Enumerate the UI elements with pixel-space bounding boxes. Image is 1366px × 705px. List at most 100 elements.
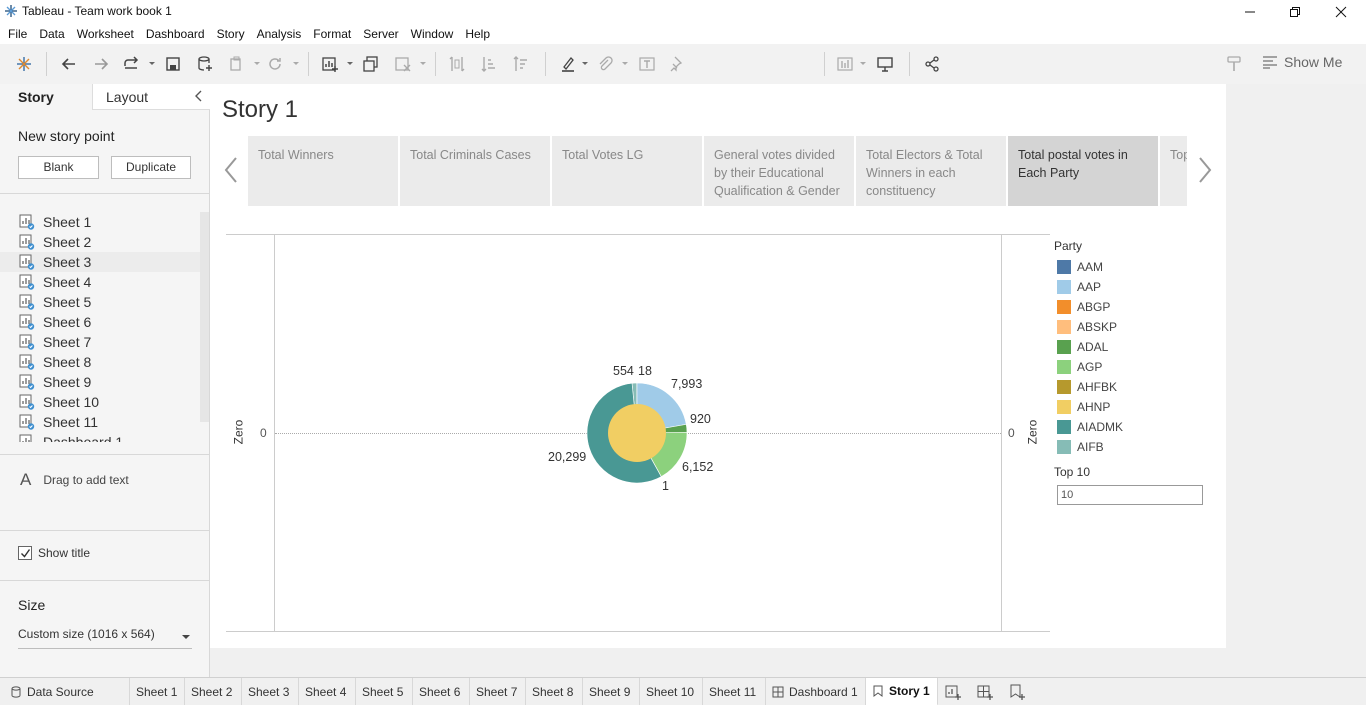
chevron-left-icon[interactable] bbox=[194, 90, 204, 102]
left-axis-title[interactable]: Zero bbox=[231, 420, 245, 445]
sheet-list-item[interactable]: Sheet 2 bbox=[0, 232, 200, 252]
legend-item[interactable]: AHFBK bbox=[1057, 379, 1117, 395]
sort-ascending-button[interactable] bbox=[478, 53, 500, 75]
duplicate-sheet-button[interactable] bbox=[360, 53, 382, 75]
legend-title[interactable]: Party bbox=[1054, 239, 1082, 253]
group-members-button[interactable] bbox=[594, 53, 616, 75]
sheet-list-item[interactable]: Sheet 4 bbox=[0, 272, 200, 292]
new-story-tab-icon[interactable] bbox=[1008, 683, 1028, 701]
previous-story-point-icon[interactable] bbox=[222, 155, 240, 185]
sheet-tab[interactable]: Sheet 9 bbox=[583, 678, 640, 705]
drag-to-add-text[interactable]: A Drag to add text bbox=[20, 470, 129, 490]
menu-story[interactable]: Story bbox=[213, 27, 253, 41]
legend-item[interactable]: AIFB bbox=[1057, 439, 1104, 455]
sheet-list-item[interactable]: Dashboard 1 bbox=[0, 432, 200, 442]
tab-layout[interactable]: Layout bbox=[92, 84, 210, 110]
story-point-general-votes[interactable]: General votes divided by their Education… bbox=[704, 136, 854, 206]
close-window-button[interactable] bbox=[1318, 2, 1364, 22]
share-button[interactable] bbox=[921, 53, 943, 75]
chevron-down-icon[interactable] bbox=[254, 61, 260, 67]
legend-item[interactable]: AGP bbox=[1057, 359, 1102, 375]
sheet-tab[interactable]: Sheet 4 bbox=[299, 678, 356, 705]
chevron-down-icon[interactable] bbox=[293, 61, 299, 67]
sheet-list-item[interactable]: Sheet 6 bbox=[0, 312, 200, 332]
sheet-list-scrollbar[interactable] bbox=[200, 212, 209, 422]
sheet-tab[interactable]: Sheet 6 bbox=[413, 678, 470, 705]
new-data-source-button[interactable] bbox=[194, 53, 216, 75]
sheet-list-item[interactable]: Sheet 8 bbox=[0, 352, 200, 372]
menu-dashboard[interactable]: Dashboard bbox=[142, 27, 213, 41]
undo-button[interactable] bbox=[58, 53, 80, 75]
menu-window[interactable]: Window bbox=[407, 27, 462, 41]
sheet-tab[interactable]: Sheet 11 bbox=[703, 678, 766, 705]
tab-story[interactable]: Story bbox=[0, 84, 92, 110]
show-title-checkbox[interactable] bbox=[18, 546, 32, 560]
chevron-down-icon[interactable] bbox=[860, 61, 866, 67]
story-point-total-winners[interactable]: Total Winners bbox=[248, 136, 398, 206]
highlight-button[interactable] bbox=[557, 53, 579, 75]
legend-item[interactable]: ABGP bbox=[1057, 299, 1110, 315]
legend-item[interactable]: AIADMK bbox=[1057, 419, 1123, 435]
restore-button[interactable] bbox=[1272, 2, 1318, 22]
sheet-tab[interactable]: Sheet 1 bbox=[130, 678, 185, 705]
menu-server[interactable]: Server bbox=[359, 27, 406, 41]
sheet-tab[interactable]: Sheet 2 bbox=[185, 678, 242, 705]
legend-item[interactable]: AAM bbox=[1057, 259, 1103, 275]
new-worksheet-button[interactable] bbox=[319, 53, 341, 75]
legend-item[interactable]: AHNP bbox=[1057, 399, 1110, 415]
presentation-mode-button[interactable] bbox=[874, 53, 896, 75]
refresh-button[interactable] bbox=[264, 53, 286, 75]
new-dashboard-tab-icon[interactable] bbox=[976, 683, 996, 701]
blank-button[interactable]: Blank bbox=[18, 156, 99, 179]
format-painter-button[interactable] bbox=[1223, 53, 1245, 75]
chevron-down-icon[interactable] bbox=[582, 61, 588, 67]
menu-analysis[interactable]: Analysis bbox=[253, 27, 310, 41]
sheet-tab[interactable]: Sheet 3 bbox=[242, 678, 299, 705]
legend-item[interactable]: ADAL bbox=[1057, 339, 1108, 355]
duplicate-button[interactable]: Duplicate bbox=[111, 156, 191, 179]
sort-descending-button[interactable] bbox=[510, 53, 532, 75]
sheet-tab[interactable]: Dashboard 1 bbox=[766, 678, 866, 705]
show-me-button[interactable]: Show Me bbox=[1262, 54, 1342, 70]
menu-worksheet[interactable]: Worksheet bbox=[73, 27, 142, 41]
tab-data-source[interactable]: Data Source bbox=[0, 678, 130, 705]
show-hide-cards-button[interactable] bbox=[834, 53, 856, 75]
save-button[interactable] bbox=[162, 53, 184, 75]
sheet-list-item[interactable]: Sheet 5 bbox=[0, 292, 200, 312]
show-mark-labels-button[interactable] bbox=[636, 53, 658, 75]
story-title[interactable]: Story 1 bbox=[222, 96, 298, 124]
pie-chart[interactable] bbox=[586, 382, 688, 484]
story-point-total-criminal-cases[interactable]: Total Criminals Cases bbox=[400, 136, 550, 206]
swap-rows-columns-button[interactable] bbox=[446, 53, 468, 75]
sheet-list-item[interactable]: Sheet 11 bbox=[0, 412, 200, 432]
sheet-tab[interactable]: Story 1 bbox=[866, 678, 938, 705]
chevron-down-icon[interactable] bbox=[149, 61, 155, 67]
top10-parameter-input[interactable] bbox=[1057, 485, 1203, 505]
sheet-tab[interactable]: Sheet 5 bbox=[356, 678, 413, 705]
menu-file[interactable]: File bbox=[4, 27, 35, 41]
show-title-toggle[interactable]: Show title bbox=[18, 546, 90, 560]
sheet-list-item[interactable]: Sheet 1 bbox=[0, 212, 200, 232]
next-story-point-icon[interactable] bbox=[1196, 155, 1214, 185]
legend-item[interactable]: ABSKP bbox=[1057, 319, 1117, 335]
sheet-list-item[interactable]: Sheet 10 bbox=[0, 392, 200, 412]
minimize-button[interactable] bbox=[1227, 2, 1273, 22]
menu-help[interactable]: Help bbox=[461, 27, 498, 41]
story-point-total-postal-votes[interactable]: Total postal votes in Each Party bbox=[1008, 136, 1158, 206]
sheet-tab[interactable]: Sheet 8 bbox=[526, 678, 583, 705]
clear-sheet-button[interactable] bbox=[392, 53, 414, 75]
redo-split-button[interactable] bbox=[120, 53, 142, 75]
chevron-down-icon[interactable] bbox=[420, 61, 426, 67]
chevron-down-icon[interactable] bbox=[622, 61, 628, 67]
fix-axes-button[interactable] bbox=[666, 53, 688, 75]
chevron-down-icon[interactable] bbox=[347, 61, 353, 67]
redo-button[interactable] bbox=[90, 53, 112, 75]
menu-data[interactable]: Data bbox=[35, 27, 72, 41]
legend-item[interactable]: AAP bbox=[1057, 279, 1101, 295]
tableau-home-button[interactable] bbox=[13, 53, 35, 75]
sheet-list-item[interactable]: Sheet 9 bbox=[0, 372, 200, 392]
new-worksheet-tab-icon[interactable] bbox=[944, 683, 964, 701]
sheet-tab[interactable]: Sheet 10 bbox=[640, 678, 703, 705]
size-select[interactable]: Custom size (1016 x 564) bbox=[18, 627, 192, 649]
paste-button[interactable] bbox=[226, 53, 248, 75]
